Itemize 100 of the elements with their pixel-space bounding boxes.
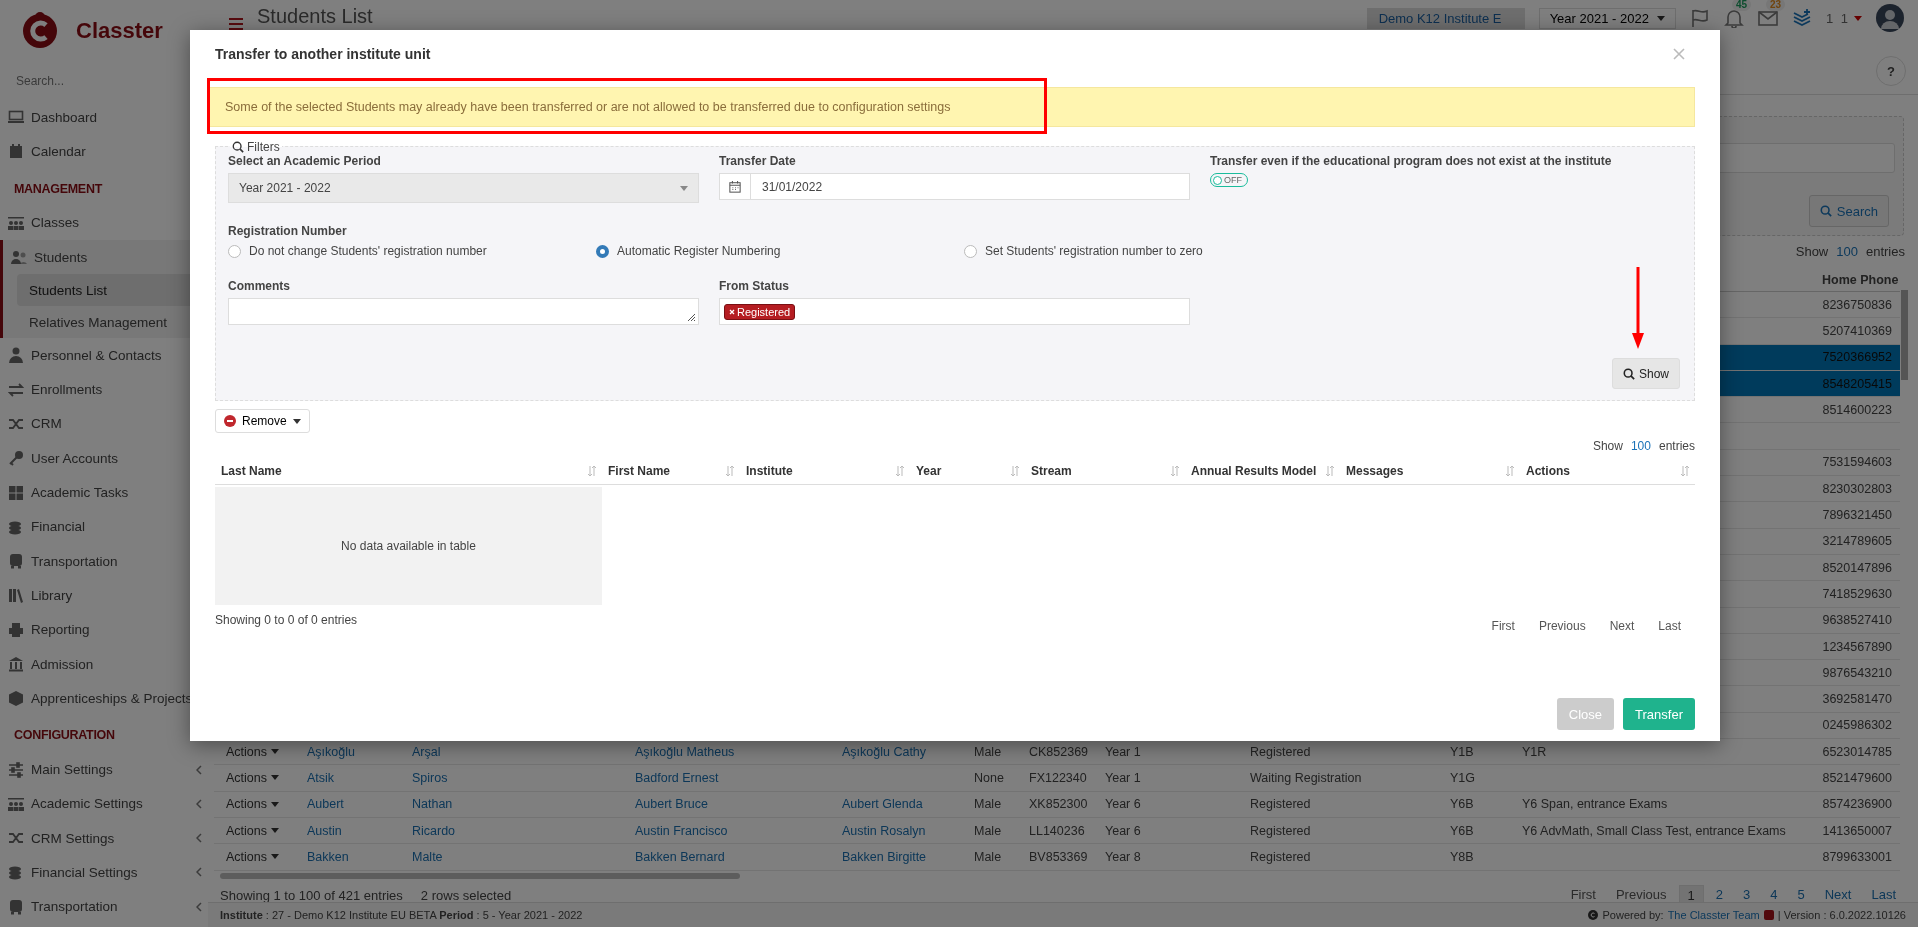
- bell-icon[interactable]: [1723, 8, 1744, 28]
- pagination-link[interactable]: 3: [1735, 885, 1759, 907]
- name-link[interactable]: Nathan: [400, 797, 623, 812]
- actions-dropdown[interactable]: Actions: [214, 744, 295, 759]
- column-header[interactable]: Home Phone: [1810, 272, 1907, 287]
- avatar[interactable]: [1876, 4, 1904, 32]
- column-header[interactable]: First Name: [602, 458, 740, 484]
- pagination-link[interactable]: First: [1562, 885, 1604, 907]
- search-button[interactable]: Search: [1808, 195, 1889, 227]
- sidebar-item[interactable]: Classes: [0, 205, 208, 240]
- name-link[interactable]: Spiros: [400, 771, 623, 785]
- column-header[interactable]: Stream: [1025, 458, 1185, 484]
- column-header[interactable]: Year: [910, 458, 1025, 484]
- sidebar-item[interactable]: Academic Tasks: [0, 475, 208, 510]
- name-link[interactable]: Austin: [295, 823, 400, 838]
- name-link[interactable]: Aşıkoğlu Cathy: [830, 744, 962, 759]
- remove-button[interactable]: Remove: [215, 409, 310, 433]
- radio-option[interactable]: Do not change Students' registration number: [228, 244, 596, 258]
- radio-button[interactable]: [596, 244, 609, 258]
- sidebar-item[interactable]: Library: [0, 578, 208, 613]
- name-link[interactable]: Bakken Bernard: [623, 849, 830, 864]
- column-header[interactable]: Messages: [1340, 458, 1520, 484]
- page-size-select[interactable]: 100: [1630, 439, 1651, 453]
- radio-option[interactable]: Automatic Register Numbering: [596, 244, 964, 258]
- sidebar-item[interactable]: Dashboard: [0, 100, 208, 135]
- team-link[interactable]: The Classter Team: [1667, 909, 1760, 921]
- name-link[interactable]: Aubert: [295, 797, 400, 812]
- envelope-icon[interactable]: [1757, 8, 1778, 28]
- actions-dropdown[interactable]: Actions: [214, 823, 295, 838]
- pagination-link[interactable]: Next: [1816, 885, 1860, 907]
- pagination-link[interactable]: Previous: [1538, 619, 1586, 633]
- radio-button[interactable]: [228, 244, 241, 258]
- sidebar-item[interactable]: Academic Settings: [0, 786, 208, 822]
- vertical-scrollbar[interactable]: [1901, 290, 1908, 380]
- sidebar-item[interactable]: Apprenticeships & Projects: [0, 681, 208, 716]
- table-row[interactable]: Actions Bakken Malte Bakken Bernard Bakken Birgitte Male BV853369 Year 8 Registered Y8B 8799633001: [214, 844, 1900, 871]
- transfer-button[interactable]: Transfer: [1623, 698, 1695, 730]
- menu-icon[interactable]: [229, 18, 243, 30]
- name-link[interactable]: Aşıkoğlu: [295, 744, 400, 759]
- sidebar-item[interactable]: Transportation: [0, 889, 208, 924]
- sidebar-item[interactable]: Calendar: [0, 134, 208, 169]
- page-size-select[interactable]: 100: [1836, 244, 1858, 262]
- sidebar-item[interactable]: User Accounts: [0, 441, 208, 476]
- institute-button[interactable]: Demo K12 Institute E: [1366, 7, 1525, 29]
- pagination-link[interactable]: Last: [1658, 619, 1681, 633]
- name-link[interactable]: Malte: [400, 849, 623, 864]
- pagination-link[interactable]: Next: [1609, 619, 1635, 633]
- pagination-link[interactable]: First: [1491, 619, 1515, 633]
- name-link[interactable]: Austin Rosalyn: [830, 823, 962, 838]
- name-link[interactable]: Aubert Glenda: [830, 797, 962, 812]
- status-tag[interactable]: Registered: [724, 303, 796, 320]
- year-select[interactable]: Year 2021 - 2022: [1538, 7, 1676, 29]
- transfer-date-field[interactable]: 31/01/2022: [719, 173, 1190, 200]
- actions-dropdown[interactable]: Actions: [214, 797, 295, 812]
- status-tag-field[interactable]: Registered: [719, 298, 1190, 325]
- actions-dropdown[interactable]: Actions: [214, 849, 295, 864]
- sidebar-item[interactable]: Enrollments: [0, 372, 208, 407]
- name-link[interactable]: Ricardo: [400, 823, 623, 838]
- name-link[interactable]: Aubert Bruce: [623, 797, 830, 812]
- remove-icon[interactable]: [729, 308, 735, 315]
- table-row[interactable]: Actions Atsik Spiros Badford Ernest None FX122340 Year 1 Waiting Registration Y1G 8521479600: [214, 765, 1900, 792]
- pagination-link[interactable]: 4: [1762, 885, 1786, 907]
- sidebar-item[interactable]: Main Settings: [0, 752, 208, 787]
- name-link[interactable]: Arşal: [400, 744, 623, 759]
- pagination-link[interactable]: 5: [1789, 885, 1813, 907]
- show-button[interactable]: Show: [1611, 358, 1680, 389]
- sidebar-item[interactable]: Financial: [0, 509, 208, 544]
- sidebar-item[interactable]: CRM Settings: [0, 821, 208, 856]
- table-row[interactable]: Actions Austin Ricardo Austin Francisco Austin Rosalyn Male LL140236 Year 6 Registered Y6B Y6 AdvMath, Small Class Test, entrance Exams 1413650007: [214, 817, 1900, 845]
- name-link[interactable]: Austin Francisco: [623, 823, 830, 838]
- sidebar-item[interactable]: Students: [3, 239, 208, 275]
- name-link[interactable]: Bakken: [295, 849, 400, 864]
- flag-icon[interactable]: [1689, 8, 1710, 28]
- sidebar-item[interactable]: Financial Settings: [0, 855, 208, 890]
- horizontal-scrollbar[interactable]: [220, 872, 740, 879]
- name-link[interactable]: Atsik: [295, 771, 400, 785]
- layers-icon[interactable]: [1791, 8, 1812, 28]
- name-link[interactable]: Bakken Birgitte: [830, 849, 962, 864]
- sidebar-item[interactable]: Transportation: [0, 543, 208, 579]
- comments-field[interactable]: [228, 298, 699, 325]
- column-header[interactable]: Actions: [1520, 458, 1695, 484]
- radio-option[interactable]: Set Students' registration number to zero: [964, 244, 1332, 258]
- close-icon[interactable]: [1673, 48, 1685, 60]
- column-header[interactable]: Last Name: [215, 458, 602, 484]
- sidebar-item[interactable]: Reporting: [0, 612, 208, 647]
- user-name[interactable]: 1 1: [1825, 10, 1850, 26]
- search-field[interactable]: Search...: [14, 68, 188, 94]
- radio-button[interactable]: [964, 244, 977, 258]
- pagination-link[interactable]: 2: [1707, 885, 1731, 907]
- name-link[interactable]: Badford Ernest: [623, 771, 830, 785]
- name-link[interactable]: Aşıkoğlu Matheus: [623, 744, 830, 759]
- sidebar-item[interactable]: CRM: [0, 406, 208, 442]
- column-header[interactable]: Institute: [740, 458, 910, 484]
- pagination-link[interactable]: Previous: [1607, 885, 1675, 907]
- actions-dropdown[interactable]: Actions: [214, 771, 295, 785]
- sidebar-item[interactable]: Personnel & Contacts: [0, 338, 208, 373]
- pagination-link[interactable]: Last: [1863, 885, 1904, 907]
- table-row[interactable]: Actions Aubert Nathan Aubert Bruce Aubert Glenda Male XK852300 Year 6 Registered Y6B Y6 Span, entrance Exams 8574236900: [214, 791, 1900, 818]
- column-header[interactable]: Annual Results Model: [1185, 458, 1340, 484]
- sidebar-item[interactable]: Admission: [0, 646, 208, 682]
